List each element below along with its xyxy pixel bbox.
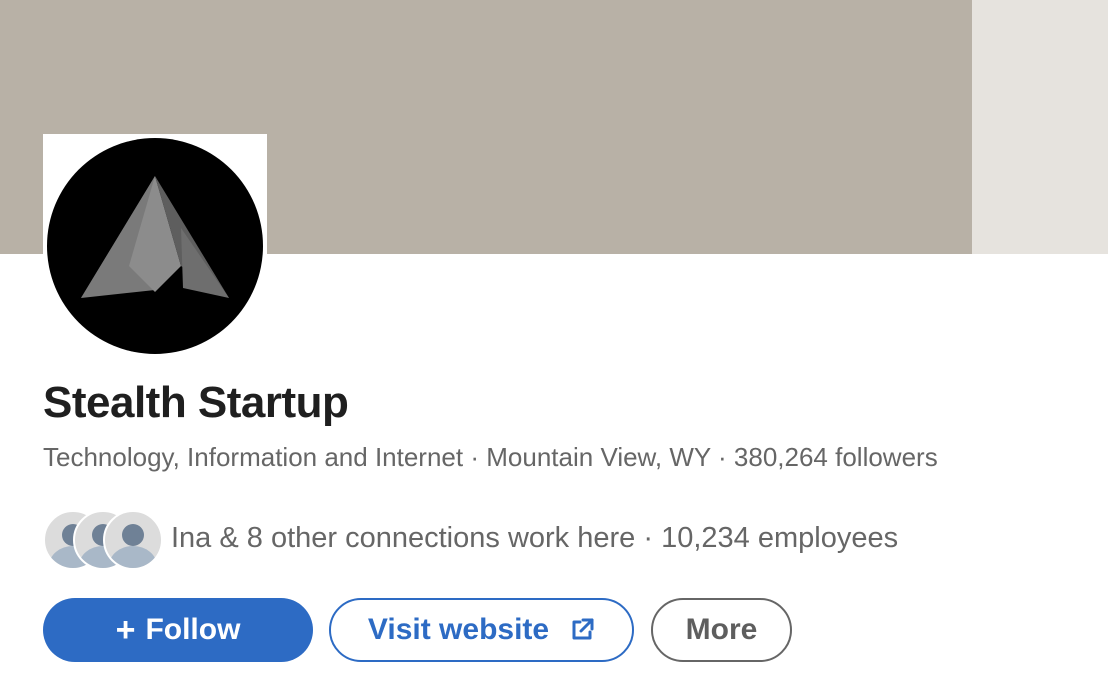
company-meta: Technology, Information and Internet · M… (43, 442, 938, 473)
connection-avatars[interactable] (43, 510, 167, 570)
meta-separator: · (470, 442, 480, 472)
follow-button[interactable]: + Follow (43, 598, 313, 662)
company-name: Stealth Startup (43, 378, 349, 427)
visit-website-button[interactable]: Visit website (329, 598, 634, 662)
more-label: More (685, 613, 758, 646)
banner-decoration (972, 0, 1108, 254)
stealth-logo-icon (81, 176, 229, 298)
company-logo[interactable] (43, 134, 267, 356)
person-avatar-icon (103, 510, 163, 570)
more-button[interactable]: More (651, 598, 792, 662)
connections-summary[interactable]: Ina & 8 other connections work here · 10… (171, 522, 898, 555)
connections-separator: · (643, 522, 654, 554)
plus-icon: + (115, 611, 136, 649)
company-location: Mountain View, WY (486, 442, 711, 472)
follow-label: Follow (145, 613, 241, 646)
logo-circle (47, 138, 263, 354)
company-industry: Technology, Information and Internet (43, 442, 464, 472)
connections-link[interactable]: Ina & 8 other connections work here (171, 522, 635, 554)
external-link-icon (572, 618, 594, 640)
meta-separator: · (718, 442, 727, 472)
employees-link[interactable]: 10,234 employees (661, 522, 898, 554)
visit-website-label: Visit website (367, 613, 550, 646)
company-followers[interactable]: 380,264 followers (734, 442, 938, 472)
